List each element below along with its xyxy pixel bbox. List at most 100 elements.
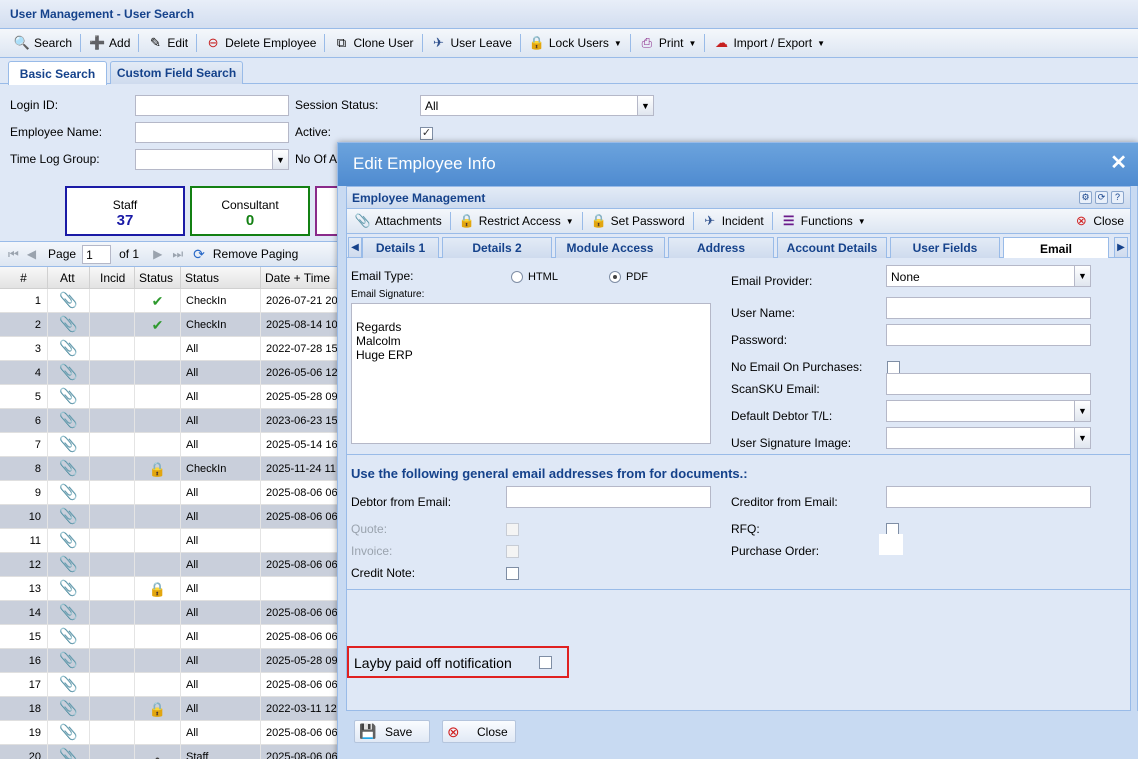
paperclip-icon[interactable]: 📎 — [59, 364, 78, 381]
email-provider-select[interactable]: None ▼ — [886, 265, 1091, 287]
paperclip-icon[interactable]: 📎 — [59, 724, 78, 741]
tab-user-fields[interactable]: User Fields — [890, 237, 1000, 258]
user-leave-button[interactable]: ✈ User Leave — [425, 31, 518, 55]
table-row[interactable]: 2 📎 ✔ CheckIn 2025-08-14 10 — [0, 313, 340, 337]
debtor-from-email-input[interactable] — [506, 486, 711, 508]
user-name-input[interactable] — [886, 297, 1091, 319]
paperclip-icon[interactable]: 📎 — [59, 316, 78, 333]
table-row[interactable]: 14 📎 All 2025-08-06 06 — [0, 601, 340, 625]
table-row[interactable]: 16 📎 All 2025-05-28 09 — [0, 649, 340, 673]
next-page-icon[interactable]: ▶ — [153, 247, 162, 261]
last-page-icon[interactable]: ⏭ — [172, 247, 183, 262]
delete-employee-button[interactable]: ⊖ Delete Employee — [199, 31, 322, 55]
email-signature-textarea[interactable]: Regards Malcolm Huge ERP — [351, 303, 711, 444]
tab-details-2[interactable]: Details 2 — [442, 237, 552, 258]
table-row[interactable]: 17 📎 All 2025-08-06 06 — [0, 673, 340, 697]
refresh-icon[interactable]: ⟳ — [193, 246, 205, 263]
html-radio[interactable] — [511, 271, 523, 283]
import-export-button[interactable]: ☁ Import / Export ▼ — [707, 31, 831, 55]
paperclip-icon[interactable]: 📎 — [59, 388, 78, 405]
table-row[interactable]: 11 📎 All — [0, 529, 340, 553]
purchase-order-checkbox-area[interactable] — [879, 534, 903, 555]
tab-address[interactable]: Address — [668, 237, 774, 258]
print-button[interactable]: ⎙ Print ▼ — [633, 31, 703, 55]
password-input[interactable] — [886, 324, 1091, 346]
invoice-checkbox[interactable] — [506, 545, 519, 558]
tab-account-details[interactable]: Account Details — [777, 237, 887, 258]
table-row[interactable]: 4 📎 All 2026-05-06 12 — [0, 361, 340, 385]
tab-scroll-right-icon[interactable]: ▶ — [1114, 237, 1128, 258]
creditor-from-email-input[interactable] — [886, 486, 1091, 508]
paperclip-icon[interactable]: 📎 — [59, 340, 78, 357]
paperclip-icon[interactable]: 📎 — [59, 556, 78, 573]
col-header-date-time[interactable]: Date + Time — [261, 267, 340, 289]
dialog-close-icon[interactable]: ✕ — [1110, 153, 1127, 173]
table-row[interactable]: 15 📎 All 2025-08-06 06 — [0, 625, 340, 649]
table-row[interactable]: 19 📎 All 2025-08-06 06 — [0, 721, 340, 745]
set-password-button[interactable]: 🔒 Set Password — [585, 209, 691, 233]
table-row[interactable]: 5 📎 All 2025-05-28 09 — [0, 385, 340, 409]
employee-name-input[interactable] — [135, 122, 289, 143]
table-row[interactable]: 3 📎 All 2022-07-28 15 — [0, 337, 340, 361]
gear-icon[interactable]: ⚙ — [1079, 191, 1092, 204]
quote-checkbox[interactable] — [506, 523, 519, 536]
tab-email[interactable]: Email — [1003, 237, 1109, 259]
remove-paging-button[interactable]: Remove Paging — [213, 247, 298, 261]
time-log-group-select[interactable]: ▼ — [135, 149, 289, 170]
paperclip-icon[interactable]: 📎 — [59, 412, 78, 429]
col-header-att[interactable]: Att — [48, 267, 90, 289]
tab-basic-search[interactable]: Basic Search — [8, 61, 107, 85]
paperclip-icon[interactable]: 📎 — [59, 676, 78, 693]
table-row[interactable]: 7 📎 All 2025-05-14 16 — [0, 433, 340, 457]
paperclip-icon[interactable]: 📎 — [59, 748, 78, 759]
incident-button[interactable]: ✈ Incident — [696, 209, 770, 233]
edit-button[interactable]: ✎ Edit — [141, 31, 194, 55]
paperclip-icon[interactable]: 📎 — [59, 508, 78, 525]
layby-notification-checkbox[interactable] — [539, 656, 552, 669]
tab-module-access[interactable]: Module Access — [555, 237, 665, 258]
col-header-incid[interactable]: Incid — [90, 267, 135, 289]
restrict-access-button[interactable]: 🔒 Restrict Access ▼ — [453, 209, 580, 233]
paperclip-icon[interactable]: 📎 — [59, 652, 78, 669]
panel-close-button[interactable]: ⊗ Close — [1067, 209, 1130, 233]
scansku-email-input[interactable] — [886, 373, 1091, 395]
tab-custom-field-search[interactable]: Custom Field Search — [110, 61, 243, 84]
table-row[interactable]: 12 📎 All 2025-08-06 06 — [0, 553, 340, 577]
lock-users-button[interactable]: 🔒 Lock Users ▼ — [523, 31, 628, 55]
col-header-status[interactable]: Status — [181, 267, 261, 289]
table-row[interactable]: 6 📎 All 2023-06-23 15 — [0, 409, 340, 433]
paperclip-icon[interactable]: 📎 — [59, 292, 78, 309]
table-row[interactable]: 20 📎 ● Staff 2025-08-06 06 — [0, 745, 340, 759]
attachments-button[interactable]: 📎 Attachments — [349, 209, 448, 233]
paperclip-icon[interactable]: 📎 — [59, 604, 78, 621]
pdf-radio[interactable] — [609, 271, 621, 283]
help-icon[interactable]: ? — [1111, 191, 1124, 204]
refresh-icon[interactable]: ⟳ — [1095, 191, 1108, 204]
paperclip-icon[interactable]: 📎 — [59, 628, 78, 645]
first-page-icon[interactable]: ⏮ — [8, 247, 19, 262]
paperclip-icon[interactable]: 📎 — [59, 532, 78, 549]
table-row[interactable]: 1 📎 ✔ CheckIn 2026-07-21 20 — [0, 289, 340, 313]
clone-user-button[interactable]: ⧉ Clone User — [327, 31, 419, 55]
user-signature-image-select[interactable]: ▼ — [886, 427, 1091, 449]
page-number-input[interactable]: 1 — [82, 244, 112, 264]
table-row[interactable]: 13 📎 🔒 All — [0, 577, 340, 601]
login-id-input[interactable] — [135, 95, 289, 116]
paperclip-icon[interactable]: 📎 — [59, 580, 78, 597]
tab-details-1[interactable]: Details 1 — [362, 237, 439, 258]
consultant-counter[interactable]: Consultant 0 — [190, 186, 310, 236]
table-row[interactable]: 9 📎 All 2025-08-06 06 — [0, 481, 340, 505]
save-button[interactable]: 💾 Save — [354, 720, 430, 743]
staff-counter[interactable]: Staff 37 — [65, 186, 185, 236]
paperclip-icon[interactable]: 📎 — [59, 460, 78, 477]
prev-page-icon[interactable]: ◀ — [27, 247, 36, 261]
active-checkbox[interactable]: ✓ — [420, 127, 433, 140]
col-header-number[interactable]: # — [0, 267, 48, 289]
search-button[interactable]: 🔍 Search — [8, 31, 78, 55]
col-header-status-icon[interactable]: Status — [135, 267, 181, 289]
footer-close-button[interactable]: ⊗ Close — [442, 720, 516, 743]
paperclip-icon[interactable]: 📎 — [59, 700, 78, 717]
add-button[interactable]: ➕ Add — [83, 31, 136, 55]
paperclip-icon[interactable]: 📎 — [59, 436, 78, 453]
paperclip-icon[interactable]: 📎 — [59, 484, 78, 501]
